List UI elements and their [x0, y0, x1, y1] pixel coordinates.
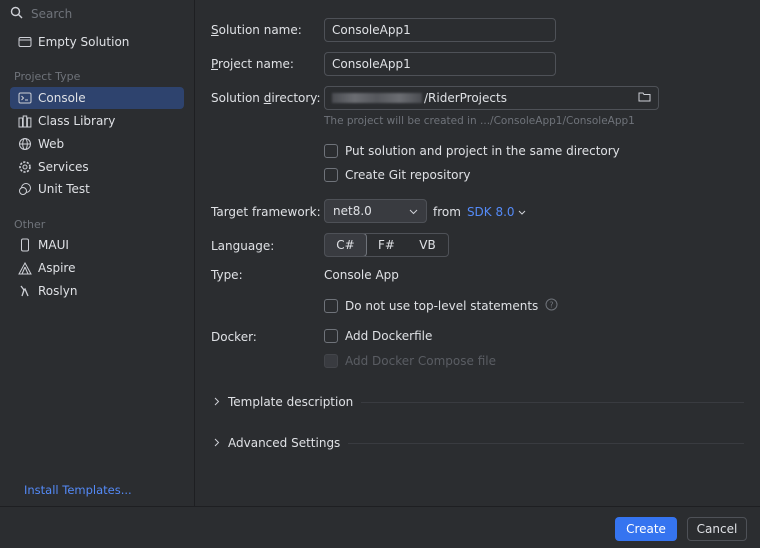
mnemonic: P [211, 57, 219, 71]
same-directory-checkbox[interactable]: Put solution and project in the same dir… [324, 144, 620, 158]
sidebar-item-label: Unit Test [38, 182, 90, 196]
solution-directory-label: Solution directory: [211, 91, 321, 105]
docker-label: Docker: [211, 330, 257, 344]
checkbox-label: Put solution and project in the same dir… [345, 144, 620, 158]
sidebar-item-label: Class Library [38, 114, 116, 128]
section-title: Advanced Settings [228, 436, 341, 450]
project-name-input[interactable]: ConsoleApp1 [324, 52, 556, 76]
checkbox-box[interactable] [324, 168, 338, 182]
solution-directory-value: /RiderProjects [424, 91, 507, 105]
folder-icon[interactable] [638, 91, 651, 105]
top-level-statements-checkbox[interactable]: Do not use top-level statements ? [324, 298, 558, 314]
checkbox-label: Add Dockerfile [345, 329, 433, 343]
unit-test-icon [18, 182, 32, 196]
sdk-source: from SDK 8.0 [433, 205, 526, 219]
advanced-settings-toggle[interactable]: Advanced Settings [214, 436, 744, 450]
divider [361, 401, 744, 403]
project-name-value: ConsoleApp1 [332, 57, 411, 71]
checkbox-label: Create Git repository [345, 168, 471, 182]
chevron-right-icon [214, 436, 220, 450]
console-icon [18, 91, 32, 105]
sidebar: Search Empty Solution Project Type Conso… [0, 0, 195, 506]
target-framework-select[interactable]: net8.0 [324, 199, 427, 223]
checkbox-label: Do not use top-level statements [345, 299, 539, 313]
sidebar-item-label: MAUI [38, 238, 69, 252]
sidebar-item-maui[interactable]: MAUI [10, 234, 184, 256]
sidebar-item-label: Web [38, 137, 65, 151]
search-icon [10, 6, 23, 22]
checkbox-box [324, 354, 338, 368]
sidebar-item-console[interactable]: Console [10, 87, 184, 109]
language-option-vb[interactable]: VB [407, 234, 448, 256]
sidebar-item-label: Services [38, 160, 89, 174]
checkbox-box[interactable] [324, 329, 338, 343]
sidebar-item-empty-solution[interactable]: Empty Solution [10, 31, 184, 53]
label-text: olution name: [218, 23, 302, 37]
add-dockerfile-checkbox[interactable]: Add Dockerfile [324, 329, 432, 343]
chevron-down-icon [409, 204, 418, 218]
project-name-label: Project name: [211, 57, 294, 71]
language-option-fsharp[interactable]: F# [366, 234, 407, 256]
create-git-checkbox[interactable]: Create Git repository [324, 168, 471, 182]
gear-icon [18, 160, 32, 174]
add-docker-compose-checkbox: Add Docker Compose file [324, 354, 496, 368]
globe-icon [18, 137, 32, 151]
install-templates-link[interactable]: Install Templates... [24, 483, 132, 497]
language-label: Language: [211, 239, 275, 253]
location-hint: The project will be created in .../Conso… [324, 115, 635, 127]
window-icon [18, 35, 32, 49]
svg-text:?: ? [550, 301, 554, 310]
divider [348, 442, 744, 444]
target-framework-label: Target framework: [211, 205, 321, 219]
section-label-project-type: Project Type [14, 70, 81, 83]
language-option-csharp[interactable]: C# [325, 234, 367, 256]
search-placeholder[interactable]: Search [31, 7, 72, 21]
help-icon[interactable]: ? [545, 298, 558, 314]
solution-name-label: Solution name: [211, 23, 302, 37]
library-icon [18, 114, 32, 128]
section-label-other: Other [14, 218, 46, 231]
roslyn-icon [18, 284, 32, 298]
language-segmented-control: C# F# VB [324, 233, 449, 257]
dialog-footer: Create Cancel [0, 506, 760, 548]
sdk-dropdown[interactable]: SDK 8.0 [467, 205, 526, 219]
checkbox-box[interactable] [324, 299, 338, 313]
aspire-icon [18, 261, 32, 275]
solution-directory-input[interactable]: /RiderProjects [324, 86, 659, 110]
label-text: Solution [211, 91, 264, 105]
label-text: irectory: [271, 91, 321, 105]
sidebar-item-services[interactable]: Services [10, 156, 184, 178]
phone-icon [18, 238, 32, 252]
checkbox-label: Add Docker Compose file [345, 354, 496, 368]
sidebar-item-class-library[interactable]: Class Library [10, 110, 184, 132]
sidebar-item-roslyn[interactable]: Roslyn [10, 280, 184, 302]
sidebar-item-unit-test[interactable]: Unit Test [10, 178, 184, 200]
mnemonic: S [211, 23, 219, 37]
chevron-right-icon [214, 395, 220, 409]
sidebar-item-label: Empty Solution [38, 35, 130, 49]
cancel-button[interactable]: Cancel [687, 517, 747, 541]
sidebar-item-label: Console [38, 91, 86, 105]
project-form: Solution name: ConsoleApp1 Project name:… [196, 0, 760, 506]
sidebar-item-web[interactable]: Web [10, 133, 184, 155]
template-description-toggle[interactable]: Template description [214, 395, 744, 409]
sidebar-item-label: Roslyn [38, 284, 78, 298]
type-label: Type: [211, 268, 243, 282]
from-label: from [433, 205, 461, 219]
target-framework-value: net8.0 [333, 204, 372, 218]
chevron-down-icon [518, 210, 525, 215]
checkbox-box[interactable] [324, 144, 338, 158]
type-value: Console App [324, 268, 399, 282]
redacted-path [332, 93, 422, 103]
solution-name-input[interactable]: ConsoleApp1 [324, 18, 556, 42]
sidebar-item-aspire[interactable]: Aspire [10, 257, 184, 279]
section-title: Template description [228, 395, 354, 409]
label-text: roject name: [218, 57, 294, 71]
create-button[interactable]: Create [615, 517, 677, 541]
sdk-label: SDK 8.0 [466, 205, 515, 219]
search-field[interactable]: Search [10, 4, 72, 24]
sidebar-item-label: Aspire [38, 261, 76, 275]
